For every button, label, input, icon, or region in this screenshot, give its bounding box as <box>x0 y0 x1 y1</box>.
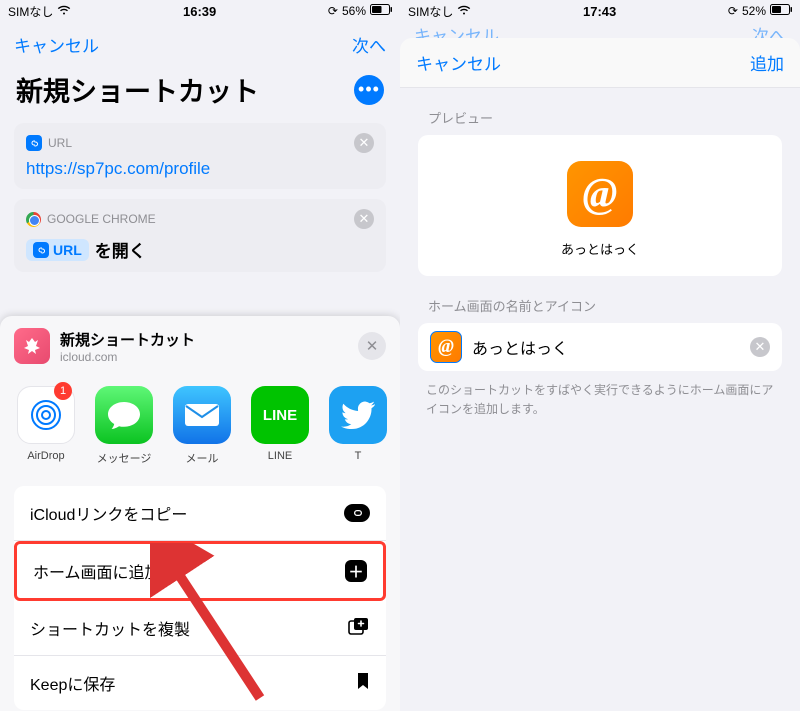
action-label: ショートカットを複製 <box>30 616 190 640</box>
messages-icon <box>95 386 153 444</box>
more-button[interactable]: ••• <box>354 75 384 105</box>
link-icon <box>26 135 42 151</box>
share-header: 新規ショートカット icloud.com ✕ <box>0 316 400 376</box>
chrome-icon <box>26 212 41 227</box>
modal-cancel-button[interactable]: キャンセル <box>416 50 501 75</box>
open-action-text: を開く <box>95 237 146 262</box>
app-label: T <box>355 450 362 462</box>
share-app-row: 1 AirDrop メッセージ メール LINE <box>0 376 400 476</box>
url-action-card[interactable]: URL ✕ https://sp7pc.com/profile <box>14 123 386 189</box>
airdrop-app[interactable]: 1 AirDrop <box>16 386 76 466</box>
duplicate-shortcut-row[interactable]: ショートカットを複製 <box>14 601 386 656</box>
twitter-icon <box>329 386 387 444</box>
preview-section-label: プレビュー <box>400 88 800 135</box>
sim-status: SIMなし <box>8 3 53 20</box>
modal-add-button[interactable]: 追加 <box>750 50 784 75</box>
badge-count: 1 <box>54 382 72 400</box>
status-bar: SIMなし 16:39 ⟳ 56% <box>0 0 400 22</box>
rotation-lock-icon: ⟳ <box>728 4 738 18</box>
preview-card: @ あっとはっく <box>418 135 782 276</box>
chrome-action-card[interactable]: GOOGLE CHROME ✕ URL を開く <box>14 199 386 272</box>
battery-icon <box>770 4 792 18</box>
preview-app-name: あっとはっく <box>561 239 639 258</box>
app-label: AirDrop <box>27 450 64 462</box>
app-label: メッセージ <box>97 450 152 466</box>
link-icon <box>33 242 49 258</box>
left-phone: SIMなし 16:39 ⟳ 56% キャンセル 次へ 新規ショートカット •••… <box>0 0 400 711</box>
sim-status: SIMなし <box>408 3 453 20</box>
wifi-icon <box>457 4 471 18</box>
bookmark-icon <box>356 672 370 695</box>
copy-icloud-link-row[interactable]: iCloudリンクをコピー <box>14 486 386 541</box>
status-time: 16:39 <box>183 4 216 19</box>
app-label: メール <box>186 450 219 466</box>
url-pill[interactable]: URL <box>26 239 89 261</box>
status-time: 17:43 <box>583 4 616 19</box>
action-label: iCloudリンクをコピー <box>30 501 187 525</box>
remove-url-button[interactable]: ✕ <box>354 133 374 153</box>
rotation-lock-icon: ⟳ <box>328 4 338 18</box>
mail-app[interactable]: メール <box>172 386 232 466</box>
remove-chrome-button[interactable]: ✕ <box>354 209 374 229</box>
preview-app-icon: @ <box>567 161 633 227</box>
app-label: LINE <box>268 450 292 462</box>
clear-name-button[interactable]: ✕ <box>750 337 770 357</box>
status-bar: SIMなし 17:43 ⟳ 52% <box>400 0 800 22</box>
battery-icon <box>370 4 392 18</box>
wifi-icon <box>57 4 71 18</box>
battery-percent: 56% <box>342 4 366 18</box>
modal-nav: キャンセル 追加 <box>400 38 800 88</box>
url-card-label: URL <box>48 136 72 150</box>
shortcut-icon-picker[interactable]: @ <box>430 331 462 363</box>
action-label: ホーム画面に追加 <box>33 559 161 583</box>
add-to-home-row[interactable]: ホーム画面に追加 ＋ <box>14 541 386 601</box>
share-close-button[interactable]: ✕ <box>358 332 386 360</box>
name-section-label: ホーム画面の名前とアイコン <box>400 276 800 323</box>
shortcut-name-input[interactable] <box>472 338 740 356</box>
battery-percent: 52% <box>742 4 766 18</box>
share-title: 新規ショートカット <box>60 329 195 350</box>
add-to-home-modal: キャンセル 追加 プレビュー @ あっとはっく ホーム画面の名前とアイコン @ … <box>400 38 800 711</box>
twitter-app[interactable]: T <box>328 386 388 466</box>
keep-save-row[interactable]: Keepに保存 <box>14 656 386 710</box>
cancel-button[interactable]: キャンセル <box>14 32 99 57</box>
share-subtitle: icloud.com <box>60 350 195 364</box>
helper-text: このショートカットをすばやく実行できるようにホーム画面にアイコンを追加します。 <box>400 371 800 429</box>
next-button[interactable]: 次へ <box>352 32 386 57</box>
share-actions-list: iCloudリンクをコピー ホーム画面に追加 ＋ ショートカットを複製 Keep… <box>14 486 386 710</box>
url-value[interactable]: https://sp7pc.com/profile <box>26 159 374 179</box>
action-label: Keepに保存 <box>30 671 115 695</box>
page-title: 新規ショートカット <box>16 70 259 109</box>
shortcut-app-icon <box>14 328 50 364</box>
line-app[interactable]: LINE LINE <box>250 386 310 466</box>
duplicate-icon <box>348 617 370 640</box>
cloud-link-icon <box>344 504 370 522</box>
chrome-card-label: GOOGLE CHROME <box>47 212 156 226</box>
right-phone: SIMなし 17:43 ⟳ 52% キャンセル 次へ キャンセル 追加 プレビュ… <box>400 0 800 711</box>
name-icon-card: @ ✕ <box>418 323 782 371</box>
mail-icon <box>173 386 231 444</box>
pill-text: URL <box>53 242 82 258</box>
messages-app[interactable]: メッセージ <box>94 386 154 466</box>
share-sheet: 新規ショートカット icloud.com ✕ 1 AirDrop メッセージ <box>0 316 400 711</box>
line-icon: LINE <box>251 386 309 444</box>
plus-icon: ＋ <box>345 560 367 582</box>
title-row: 新規ショートカット ••• <box>0 66 400 123</box>
nav-bar: キャンセル 次へ <box>0 22 400 66</box>
